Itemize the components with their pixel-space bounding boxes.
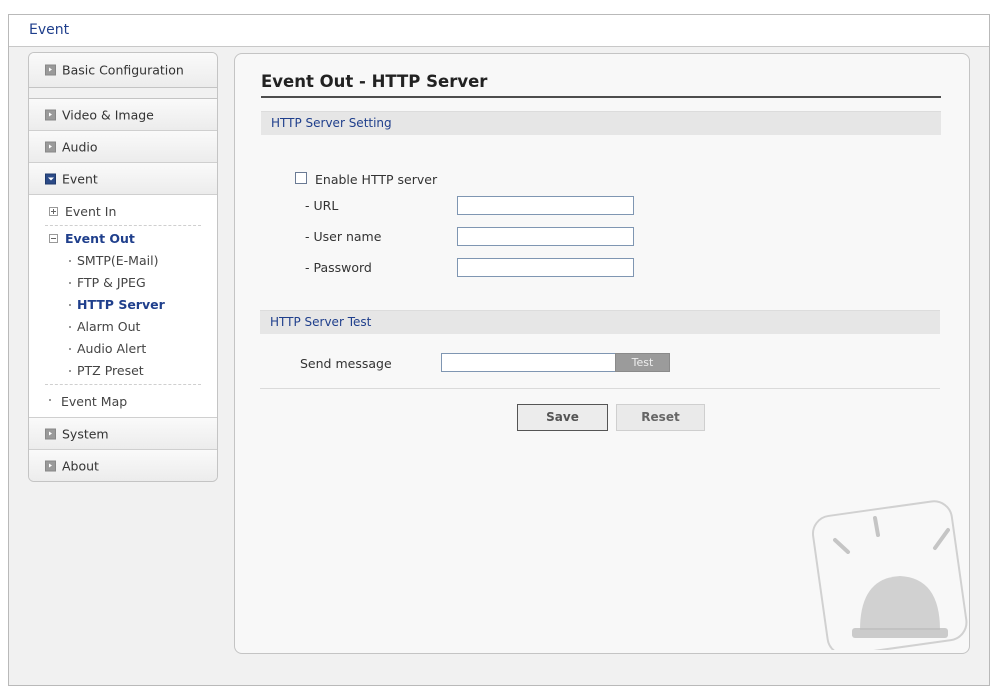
expand-arrow-icon [45,109,56,120]
dashed-divider [45,384,201,385]
section-title: HTTP Server Test [270,315,372,329]
section-header-test: HTTP Server Test [260,310,940,334]
submenu-label: Event In [65,204,117,219]
dashed-divider [45,225,201,226]
submenu-label: SMTP(E-Mail) [77,253,159,268]
sidebar-item-label: Video & Image [62,107,154,122]
bullet-icon [49,399,51,401]
sidebar-nav: Basic Configuration Video & Image Audio … [28,52,218,482]
alarm-bell-watermark-icon [811,500,968,650]
sidebar-divider [29,88,217,99]
submenu-event-in[interactable]: Event In [29,201,217,223]
title-bar: Event [9,15,989,47]
send-message-input[interactable] [441,353,617,372]
save-button[interactable]: Save [517,404,608,431]
expand-arrow-icon [45,141,56,152]
collapse-arrow-icon [45,173,56,184]
sidebar-item-label: System [62,426,109,441]
submenu-label: Alarm Out [77,319,141,334]
submenu-event-out[interactable]: Event Out [29,228,217,250]
sidebar-item-system[interactable]: System [29,417,217,450]
page-title: Event Out - HTTP Server [261,72,488,91]
submenu-ptz-preset[interactable]: PTZ Preset [29,360,217,382]
submenu-http-server[interactable]: HTTP Server [29,294,217,316]
bullet-icon [69,348,71,350]
expand-arrow-icon [45,460,56,471]
submenu-alarm-out[interactable]: Alarm Out [29,316,217,338]
form-divider [260,388,940,389]
bullet-icon [69,304,71,306]
bullet-icon [69,326,71,328]
expand-arrow-icon [45,428,56,439]
bullet-icon [69,370,71,372]
sidebar-item-event[interactable]: Event [29,163,217,195]
url-label: - URL [305,198,339,213]
username-label: - User name [305,229,382,244]
enable-http-server-checkbox[interactable] [295,172,307,184]
sidebar-item-label: Audio [62,139,98,154]
section-title: HTTP Server Setting [271,116,392,130]
title-underline [261,96,941,98]
submenu-label: PTZ Preset [77,363,144,378]
window-title: Event [29,22,70,38]
send-message-label: Send message [300,356,392,371]
sidebar-item-label: About [62,458,99,473]
submenu-smtp[interactable]: SMTP(E-Mail) [29,250,217,272]
bullet-icon [69,282,71,284]
submenu-audio-alert[interactable]: Audio Alert [29,338,217,360]
submenu-label: Audio Alert [77,341,147,356]
password-input[interactable] [457,258,634,277]
reset-button[interactable]: Reset [616,404,705,431]
sidebar-item-label: Event [62,171,98,186]
expand-plus-icon[interactable] [49,207,58,216]
username-input[interactable] [457,227,634,246]
sidebar-item-video-image[interactable]: Video & Image [29,99,217,131]
submenu-label: Event Out [65,231,135,246]
test-button[interactable]: Test [615,353,670,372]
submenu-ftp-jpeg[interactable]: FTP & JPEG [29,272,217,294]
expand-arrow-icon [45,64,56,76]
submenu-label: FTP & JPEG [77,275,146,290]
sidebar-item-about[interactable]: About [29,450,217,481]
collapse-minus-icon[interactable] [49,234,58,243]
sidebar-item-basic-configuration[interactable]: Basic Configuration [29,53,217,88]
url-input[interactable] [457,196,634,215]
password-label: - Password [305,260,372,275]
section-header-setting: HTTP Server Setting [261,111,941,135]
sidebar-item-label: Basic Configuration [62,62,184,78]
event-submenu: Event In Event Out SMTP(E-Mail) FTP & JP… [29,195,217,417]
submenu-event-map[interactable]: Event Map [29,387,217,417]
sidebar-item-audio[interactable]: Audio [29,131,217,163]
bullet-icon [69,260,71,262]
submenu-label: Event Map [61,394,128,409]
submenu-label: HTTP Server [77,297,165,312]
enable-http-server-label: Enable HTTP server [315,172,438,187]
